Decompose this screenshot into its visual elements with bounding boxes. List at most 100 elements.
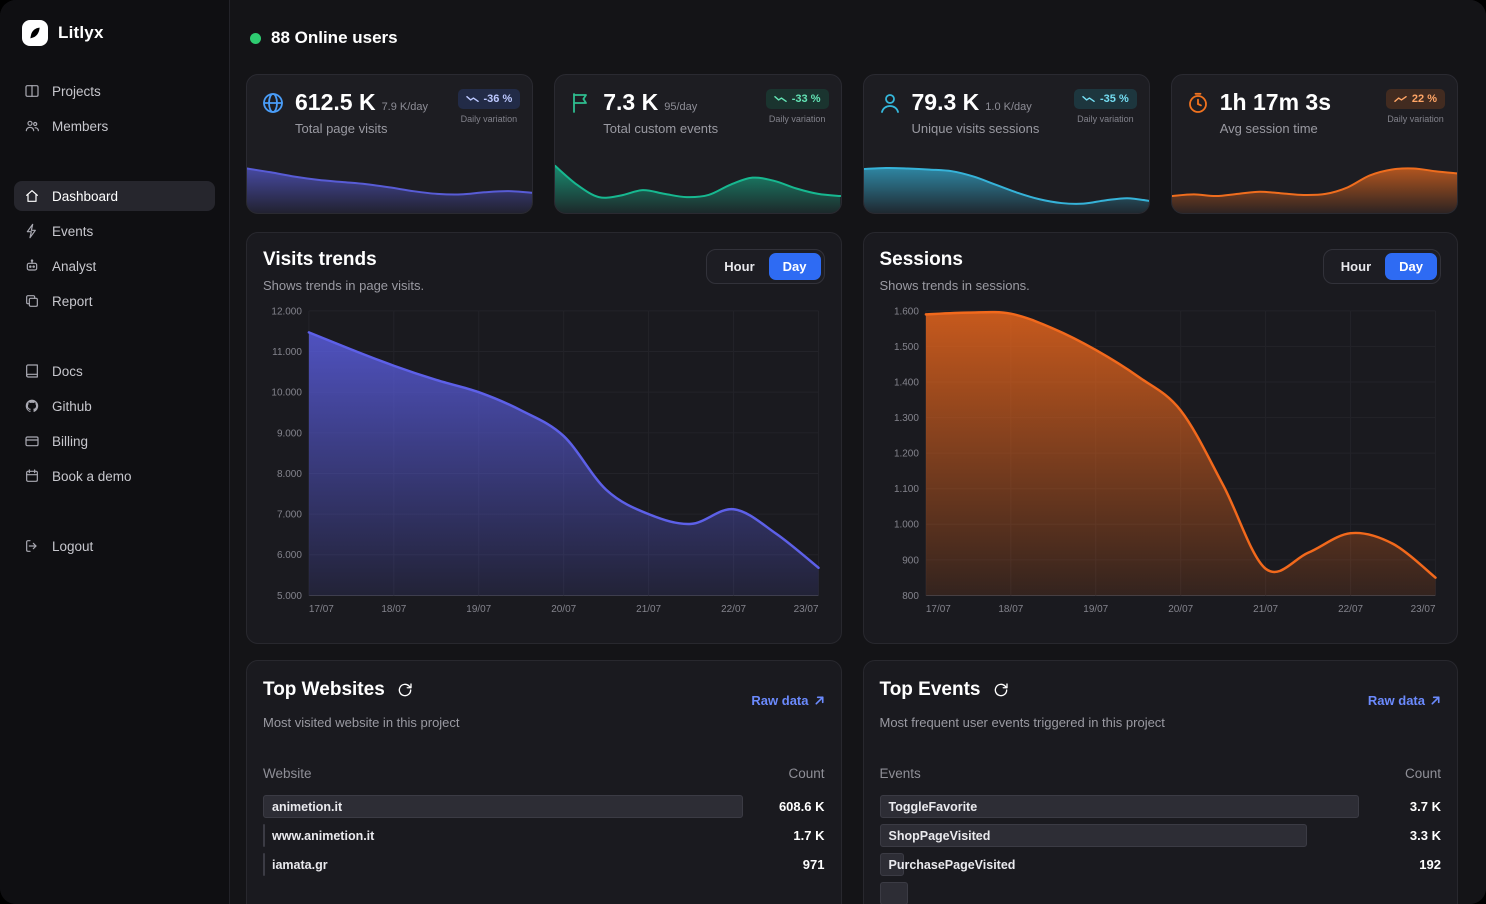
- badge-value: -33 %: [792, 93, 821, 105]
- row-label: ShopPageVisited: [889, 829, 991, 843]
- svg-text:8.000: 8.000: [277, 469, 302, 480]
- github-icon: [24, 398, 40, 414]
- sidebar: Litlyx Projects Members Dashboard Events: [0, 0, 230, 904]
- table-row[interactable]: ToggleFavorite 3.7 K: [880, 795, 1442, 818]
- sidebar-item-analyst[interactable]: Analyst: [14, 251, 215, 281]
- hour-toggle-button[interactable]: Hour: [710, 253, 768, 280]
- sidebar-item-label: Members: [52, 119, 108, 134]
- online-status-dot: [250, 33, 261, 44]
- hour-toggle-button[interactable]: Hour: [1327, 253, 1385, 280]
- daily-variation-badge: -33 %: [766, 89, 829, 109]
- sidebar-item-label: Dashboard: [52, 189, 118, 204]
- sidebar-item-billing[interactable]: Billing: [14, 426, 215, 456]
- dashboard-icon: [24, 188, 40, 204]
- clock-icon: [1186, 91, 1210, 136]
- sidebar-item-label: Events: [52, 224, 93, 239]
- day-toggle-button[interactable]: Day: [1385, 253, 1437, 280]
- online-users-label: 88 Online users: [271, 28, 398, 48]
- row-count: 1.7 K: [753, 828, 825, 843]
- sidebar-item-logout[interactable]: Logout: [14, 531, 215, 561]
- lightning-icon: [24, 223, 40, 239]
- column-header-count: Count: [1405, 766, 1441, 781]
- row-bar-track: www.animetion.it: [263, 824, 743, 847]
- refresh-icon[interactable]: [993, 682, 1009, 698]
- stat-label: Total page visits: [295, 121, 428, 136]
- row-count: 3.3 K: [1369, 828, 1441, 843]
- report-icon: [24, 293, 40, 309]
- svg-text:900: 900: [902, 555, 919, 566]
- row-bar-track: animetion.it: [263, 795, 743, 818]
- hour-day-toggle: Hour Day: [1323, 249, 1441, 284]
- badge-value: -36 %: [484, 93, 513, 105]
- stat-label: Avg session time: [1220, 121, 1331, 136]
- table-row[interactable]: www.animetion.it 1.7 K: [263, 824, 825, 847]
- svg-text:1.600: 1.600: [893, 306, 918, 317]
- table-row[interactable]: ShopPageVisited 3.3 K: [880, 824, 1442, 847]
- sessions-panel: Sessions Shows trends in sessions. Hour …: [863, 232, 1459, 644]
- sidebar-item-label: Docs: [52, 364, 83, 379]
- visits-trends-chart: 5.0006.0007.0008.0009.00010.00011.00012.…: [263, 303, 825, 619]
- sidebar-item-projects[interactable]: Projects: [14, 76, 215, 106]
- stat-rate: 7.9 K/day: [382, 101, 428, 113]
- online-users-status: 88 Online users: [250, 28, 1458, 48]
- row-label: animetion.it: [272, 800, 342, 814]
- sidebar-item-label: Logout: [52, 539, 93, 554]
- flag-icon: [569, 91, 593, 136]
- logout-icon: [24, 538, 40, 554]
- daily-variation-badge: -36 %: [458, 89, 521, 109]
- table-row[interactable]: [880, 882, 1442, 904]
- row-bar: [880, 882, 909, 904]
- stat-value: 612.5 K: [295, 89, 376, 116]
- badge-value: 22 %: [1412, 93, 1437, 105]
- stat-label: Total custom events: [603, 121, 718, 136]
- day-toggle-button[interactable]: Day: [769, 253, 821, 280]
- table-row[interactable]: animetion.it 608.6 K: [263, 795, 825, 818]
- stat-label: Unique visits sessions: [912, 121, 1040, 136]
- svg-text:20/07: 20/07: [1168, 604, 1193, 615]
- nav-group-resources: Docs Github Billing Book a demo: [14, 356, 215, 491]
- svg-text:9.000: 9.000: [277, 428, 302, 439]
- svg-text:11.000: 11.000: [272, 347, 302, 358]
- table-row[interactable]: iamata.gr 971: [263, 853, 825, 876]
- badge-caption: Daily variation: [461, 114, 518, 124]
- badge-value: -35 %: [1100, 93, 1129, 105]
- unique-sessions-sparkline: [864, 149, 1149, 213]
- svg-text:12.000: 12.000: [271, 306, 302, 317]
- sidebar-item-label: Billing: [52, 434, 88, 449]
- column-header-count: Count: [788, 766, 824, 781]
- raw-data-link[interactable]: Raw data: [751, 693, 824, 708]
- sidebar-item-report[interactable]: Report: [14, 286, 215, 316]
- sessions-chart: 8009001.0001.1001.2001.3001.4001.5001.60…: [880, 303, 1442, 619]
- sidebar-item-book-a-demo[interactable]: Book a demo: [14, 461, 215, 491]
- panel-subtitle: Most visited website in this project: [263, 715, 825, 730]
- table-column-headers: Events Count: [880, 766, 1442, 781]
- sidebar-item-members[interactable]: Members: [14, 111, 215, 141]
- panel-title: Visits trends: [263, 249, 424, 271]
- stat-rate: 1.0 K/day: [985, 101, 1031, 113]
- table-row[interactable]: PurchasePageVisited 192: [880, 853, 1442, 876]
- svg-text:21/07: 21/07: [1253, 604, 1278, 615]
- app-window: Litlyx Projects Members Dashboard Events: [0, 0, 1486, 904]
- svg-text:1.200: 1.200: [893, 449, 918, 460]
- svg-text:22/07: 22/07: [1338, 604, 1363, 615]
- daily-variation-badge: -35 %: [1074, 89, 1137, 109]
- stat-card-total-page-visits: 612.5 K 7.9 K/day Total page visits -36 …: [246, 74, 533, 214]
- row-bar: [263, 853, 265, 876]
- session-time-sparkline: [1172, 149, 1457, 213]
- raw-data-link[interactable]: Raw data: [1368, 693, 1441, 708]
- sidebar-item-github[interactable]: Github: [14, 391, 215, 421]
- refresh-icon[interactable]: [397, 682, 413, 698]
- daily-variation-badge: 22 %: [1386, 89, 1445, 109]
- sidebar-item-dashboard[interactable]: Dashboard: [14, 181, 215, 211]
- stats-row: 612.5 K 7.9 K/day Total page visits -36 …: [246, 74, 1458, 214]
- column-header-events: Events: [880, 766, 921, 781]
- sidebar-item-events[interactable]: Events: [14, 216, 215, 246]
- credit-card-icon: [24, 433, 40, 449]
- sidebar-item-docs[interactable]: Docs: [14, 356, 215, 386]
- panel-subtitle: Most frequent user events triggered in t…: [880, 715, 1442, 730]
- svg-text:17/07: 17/07: [925, 604, 950, 615]
- svg-text:1.500: 1.500: [893, 342, 918, 353]
- svg-text:7.000: 7.000: [277, 510, 302, 521]
- badge-caption: Daily variation: [1387, 114, 1444, 124]
- panel-title: Top Events: [880, 679, 981, 701]
